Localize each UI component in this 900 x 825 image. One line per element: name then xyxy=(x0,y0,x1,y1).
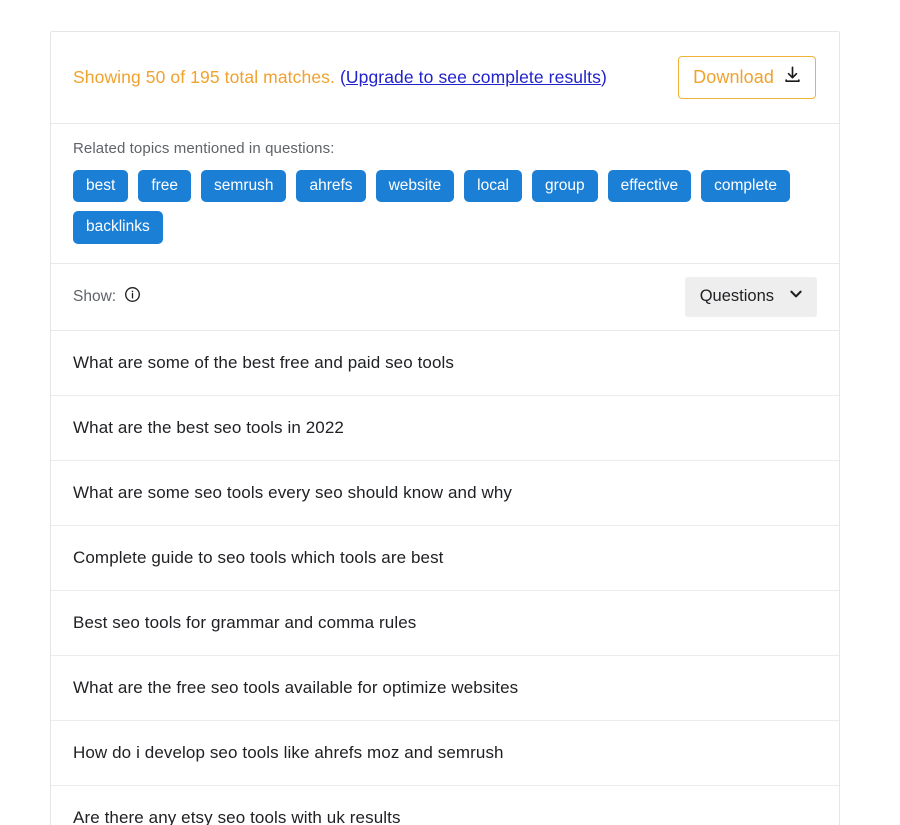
related-topics-label: Related topics mentioned in questions: xyxy=(73,140,335,157)
question-row[interactable]: What are some seo tools every seo should… xyxy=(51,460,839,526)
topic-tag[interactable]: group xyxy=(532,170,598,203)
topic-tag[interactable]: best xyxy=(73,170,129,203)
page-root: Showing 50 of 195 total matches. (Upgrad… xyxy=(0,0,900,825)
show-filter-bar: Show: Questions xyxy=(51,264,839,331)
topic-tag[interactable]: website xyxy=(375,170,455,203)
topic-tag[interactable]: complete xyxy=(701,170,791,203)
upgrade-wrapper: (Upgrade to see complete results) xyxy=(340,67,607,87)
show-label-group: Show: xyxy=(73,286,141,308)
question-row[interactable]: What are the free seo tools available fo… xyxy=(51,655,839,721)
results-card: Showing 50 of 195 total matches. (Upgrad… xyxy=(50,31,840,825)
topic-tag[interactable]: free xyxy=(138,170,192,203)
related-topics-section: Related topics mentioned in questions: b… xyxy=(51,124,839,264)
show-type-select[interactable]: Questions xyxy=(684,276,817,317)
showing-count-text: Showing 50 of 195 total matches. xyxy=(73,67,335,88)
question-text: What are the free seo tools available fo… xyxy=(73,677,519,697)
topic-tag[interactable]: ahrefs xyxy=(296,170,366,203)
show-type-selected-value: Questions xyxy=(699,286,774,305)
download-button-label: Download xyxy=(693,66,774,87)
download-icon xyxy=(783,65,802,89)
question-text: How do i develop seo tools like ahrefs m… xyxy=(73,742,504,762)
question-row[interactable]: How do i develop seo tools like ahrefs m… xyxy=(51,720,839,786)
summary-bar: Showing 50 of 195 total matches. (Upgrad… xyxy=(51,32,839,124)
topic-tag[interactable]: semrush xyxy=(201,170,287,203)
question-row[interactable]: Best seo tools for grammar and comma rul… xyxy=(51,590,839,656)
upgrade-link[interactable]: Upgrade to see complete results xyxy=(346,67,601,87)
related-topics-list: best free semrush ahrefs website local g… xyxy=(73,170,817,244)
question-row[interactable]: Complete guide to seo tools which tools … xyxy=(51,525,839,591)
question-text: What are the best seo tools in 2022 xyxy=(73,417,344,437)
chevron-down-icon xyxy=(788,286,804,307)
question-text: Best seo tools for grammar and comma rul… xyxy=(73,612,417,632)
question-results-list: What are some of the best free and paid … xyxy=(51,330,839,825)
summary-text: Showing 50 of 195 total matches. (Upgrad… xyxy=(73,65,607,90)
download-button[interactable]: Download xyxy=(678,56,816,99)
paren-close: ) xyxy=(600,67,607,88)
question-text: Are there any etsy seo tools with uk res… xyxy=(73,807,401,825)
info-circle-icon[interactable] xyxy=(124,286,141,308)
question-row[interactable]: Are there any etsy seo tools with uk res… xyxy=(51,785,839,825)
question-text: What are some seo tools every seo should… xyxy=(73,482,513,502)
show-label: Show: xyxy=(73,287,117,305)
topic-tag[interactable]: effective xyxy=(607,170,692,203)
question-row[interactable]: What are some of the best free and paid … xyxy=(51,330,839,396)
question-text: Complete guide to seo tools which tools … xyxy=(73,547,444,567)
topic-tag[interactable]: backlinks xyxy=(73,211,163,244)
question-row[interactable]: What are the best seo tools in 2022 xyxy=(51,395,839,461)
topic-tag[interactable]: local xyxy=(464,170,523,203)
question-text: What are some of the best free and paid … xyxy=(73,352,455,372)
